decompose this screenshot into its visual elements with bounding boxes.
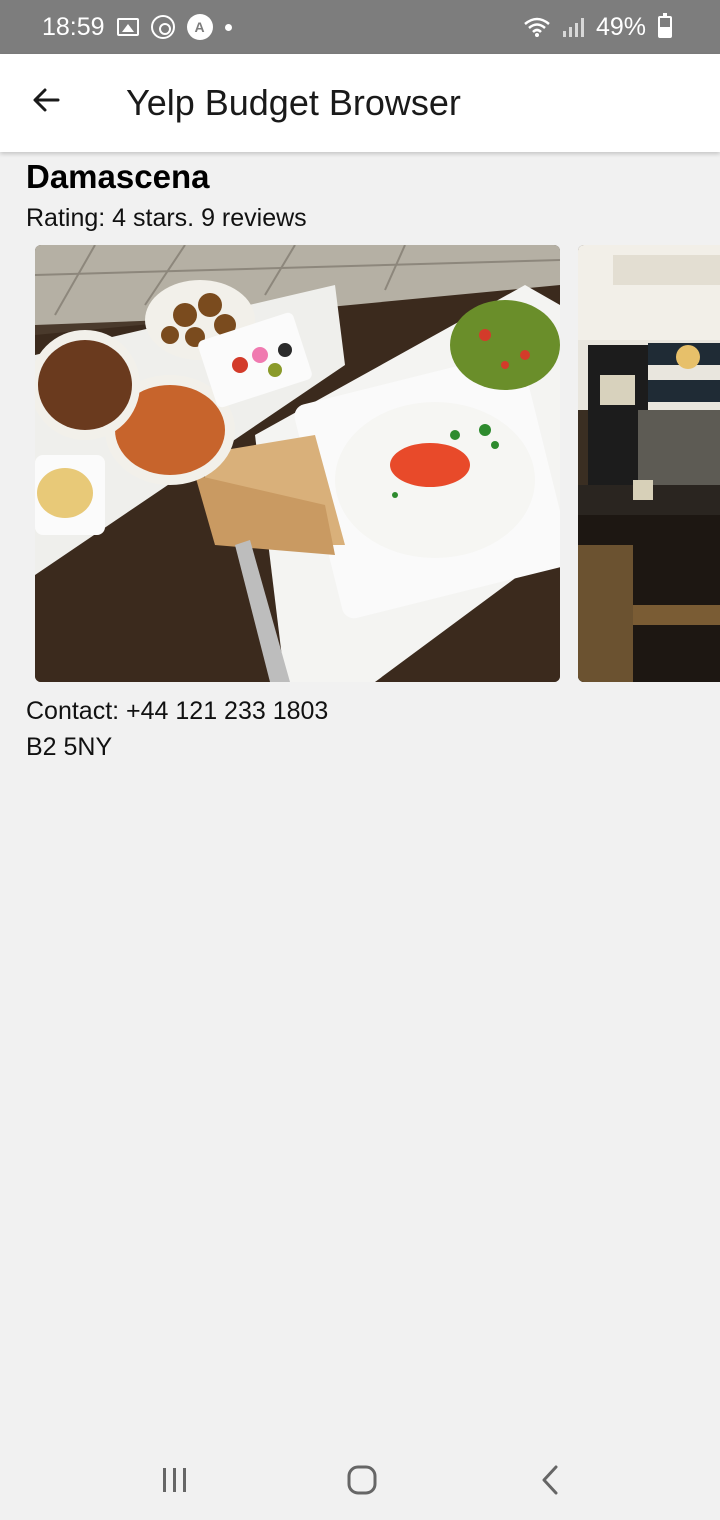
postcode: B2 5NY bbox=[26, 733, 113, 761]
contact-phone[interactable]: Contact: +44 121 233 1803 bbox=[26, 697, 328, 726]
home-icon bbox=[347, 1465, 377, 1495]
wifi-icon bbox=[523, 16, 551, 38]
photo-carousel[interactable] bbox=[35, 245, 720, 682]
signal-icon bbox=[562, 17, 584, 37]
battery-percent: 49% bbox=[595, 12, 646, 41]
status-right: 49% bbox=[523, 13, 672, 42]
back-nav-button[interactable] bbox=[520, 1458, 580, 1502]
battery-icon bbox=[658, 13, 672, 38]
app-icon: A bbox=[186, 14, 213, 40]
rating-text: Rating: 4 stars. 9 reviews bbox=[26, 204, 307, 232]
restaurant-name: Damascena bbox=[26, 158, 210, 195]
dot-icon bbox=[224, 23, 232, 31]
recents-button[interactable] bbox=[145, 1458, 205, 1502]
whatsapp-icon bbox=[150, 15, 175, 39]
home-button[interactable] bbox=[332, 1458, 392, 1502]
page-title: Yelp Budget Browser bbox=[126, 82, 461, 123]
status-time: 18:59 bbox=[42, 12, 105, 41]
food-platter-photo[interactable] bbox=[35, 245, 560, 682]
restaurant-interior-photo[interactable] bbox=[578, 245, 720, 682]
system-nav-bar bbox=[0, 1440, 720, 1520]
app-bar: Yelp Budget Browser bbox=[0, 54, 720, 152]
back-icon bbox=[542, 1465, 558, 1495]
arrow-back-icon bbox=[33, 88, 60, 112]
status-left: 18:59 A bbox=[42, 13, 232, 42]
recents-icon bbox=[163, 1468, 186, 1492]
back-button[interactable] bbox=[24, 78, 68, 122]
gallery-icon bbox=[116, 18, 139, 36]
status-bar: 18:59 A 49% bbox=[0, 0, 720, 54]
